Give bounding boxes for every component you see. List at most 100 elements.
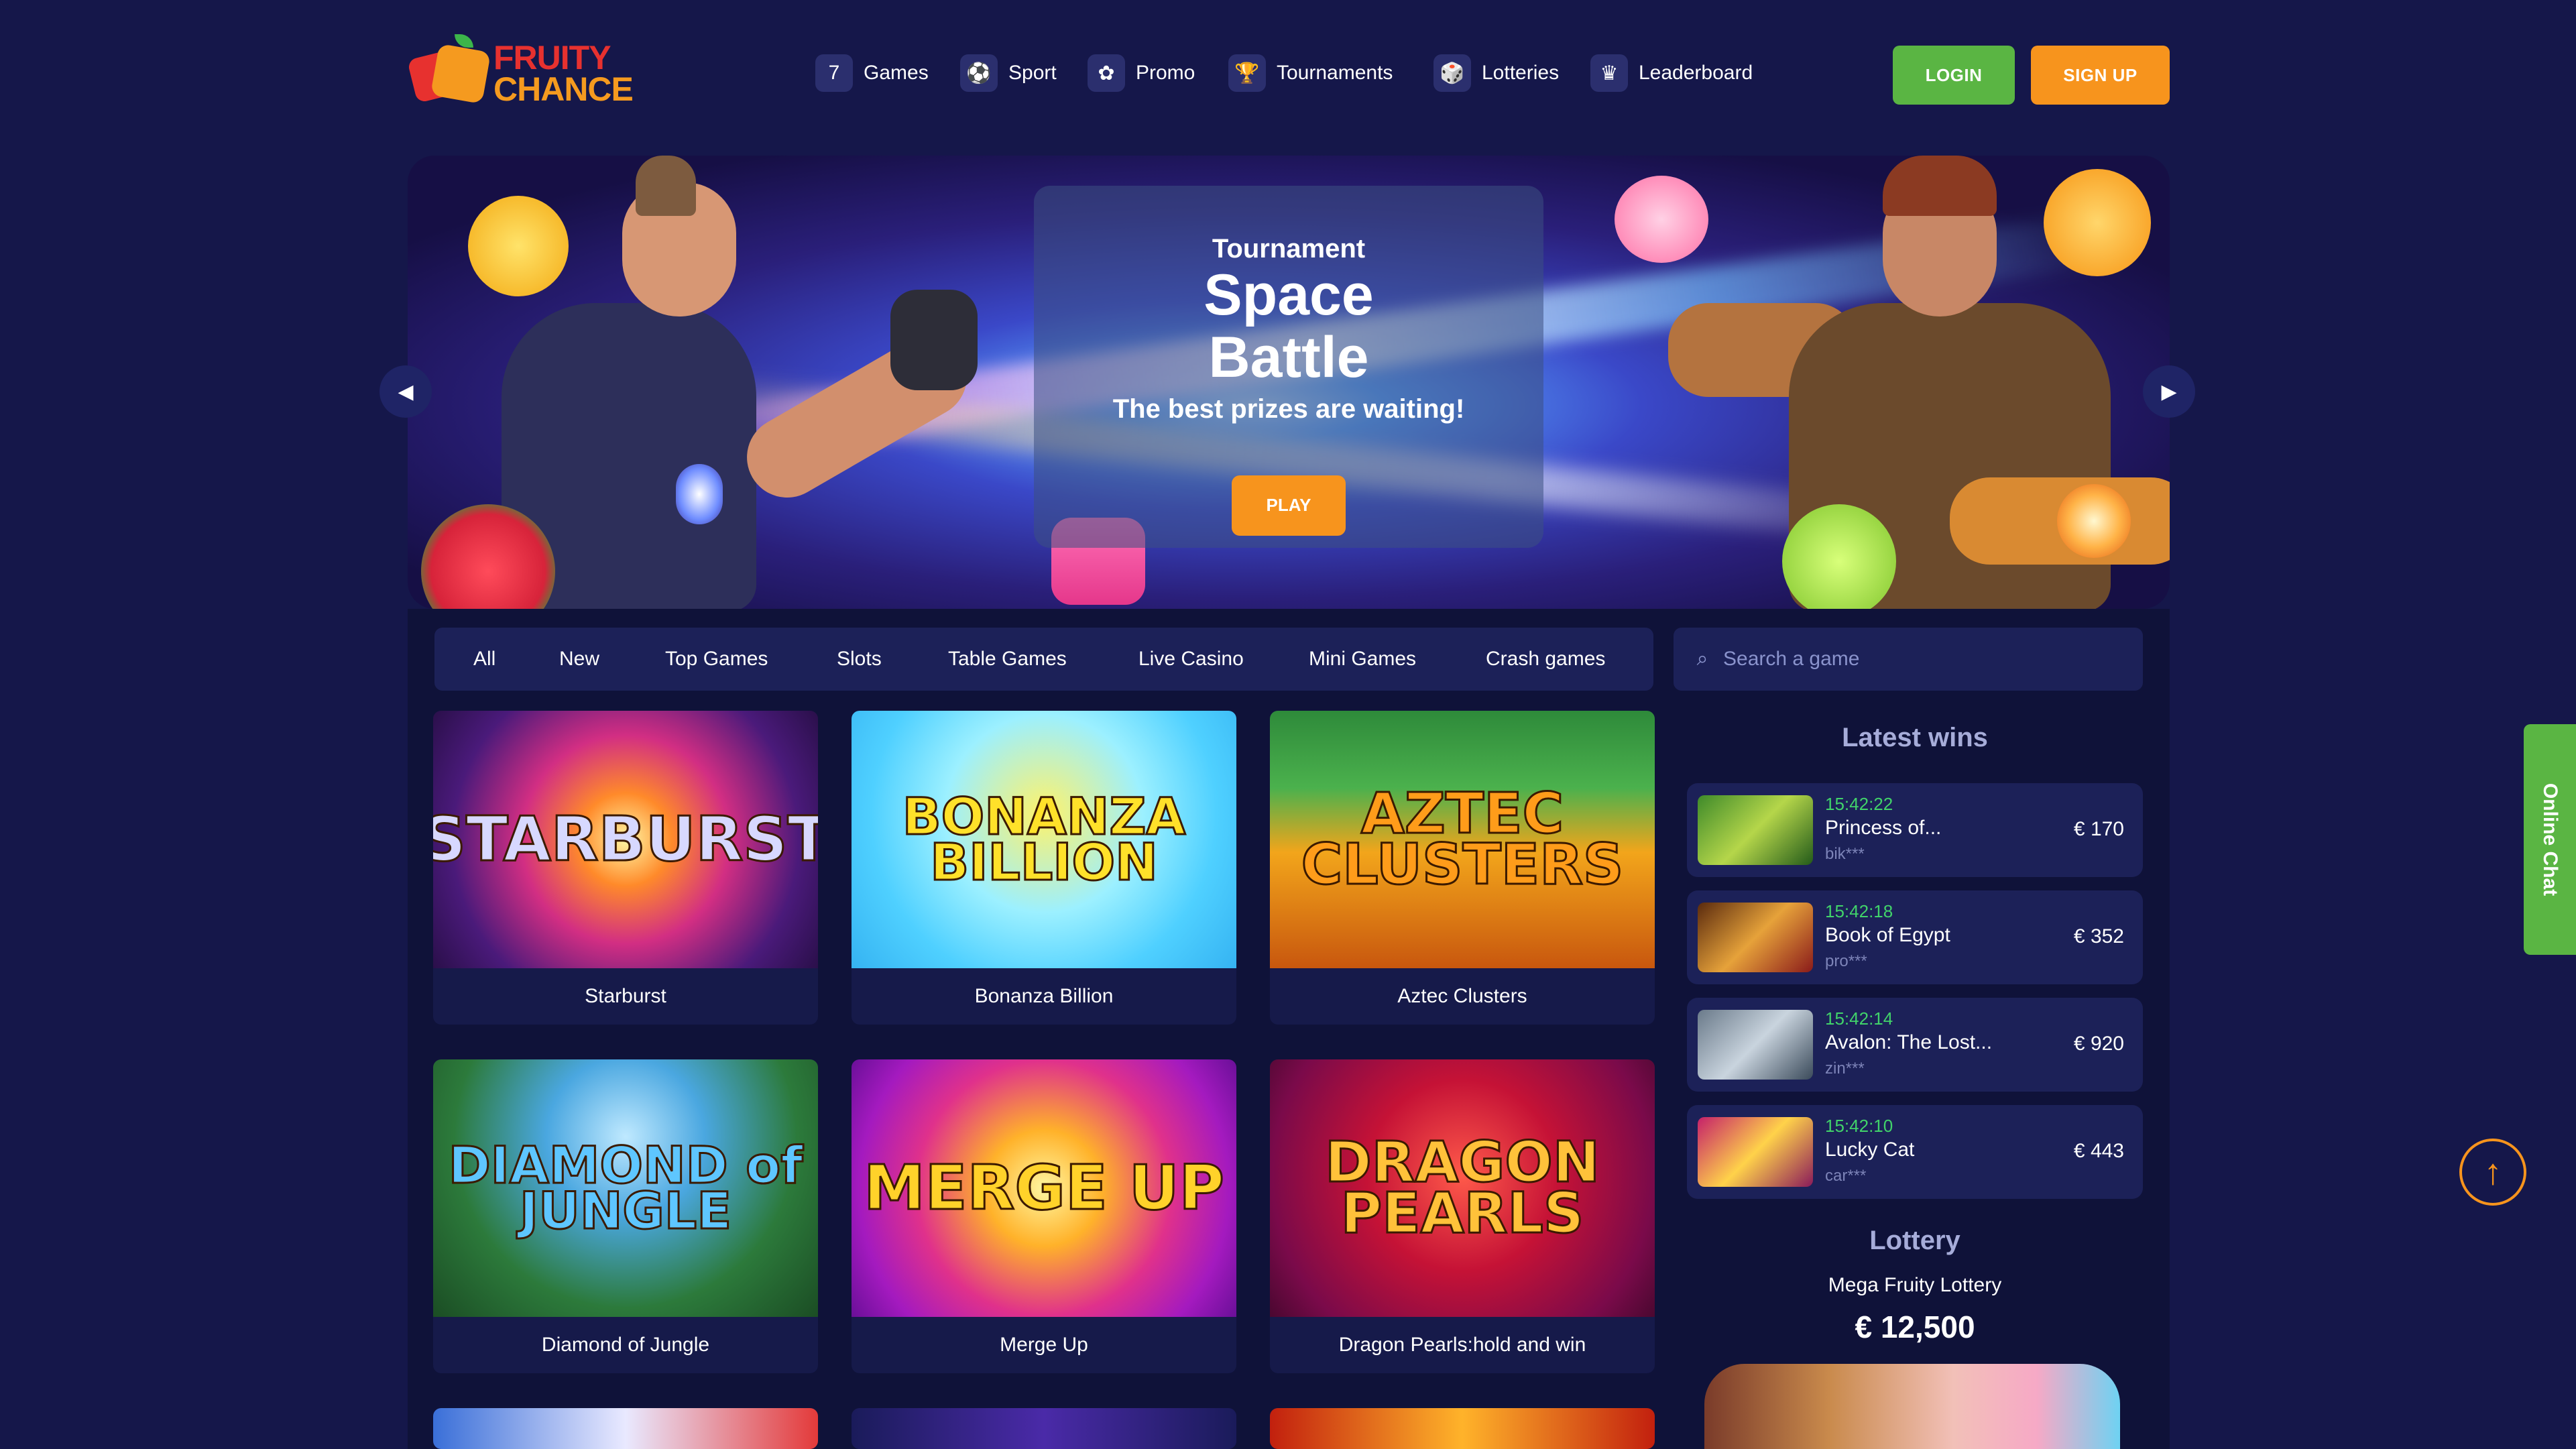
dice-icon: 🎲 xyxy=(1433,54,1471,92)
win-time: 15:42:10 xyxy=(1825,1116,1893,1136)
nav-item-promo[interactable]: ✿ Promo xyxy=(1088,52,1195,95)
win-item[interactable]: 15:42:22 Princess of... bik*** € 170 xyxy=(1687,783,2143,877)
win-game-thumbnail xyxy=(1698,1117,1813,1187)
signup-button[interactable]: SIGN UP xyxy=(2031,46,2170,105)
game-thumbnail: DIAMOND of JUNGLE xyxy=(433,1059,818,1317)
nav-label: Sport xyxy=(1008,62,1057,84)
win-amount: € 352 xyxy=(2073,925,2124,947)
banner-subtitle: Tournament xyxy=(1212,234,1366,264)
tab-live-casino[interactable]: Live Casino xyxy=(1138,628,1244,691)
game-art-title: STARBURST xyxy=(433,803,818,875)
brand-logo[interactable]: FRUITY CHANCE xyxy=(406,30,636,117)
banner-next-button[interactable]: ▶ xyxy=(2143,365,2195,418)
game-thumbnail xyxy=(1270,1408,1655,1449)
search-input[interactable] xyxy=(1723,648,2125,671)
lottery-banner-image[interactable] xyxy=(1704,1364,2120,1449)
win-item[interactable]: 15:42:18 Book of Egypt pro*** € 352 xyxy=(1687,890,2143,984)
game-art-title: MERGE UP xyxy=(863,1151,1226,1224)
game-card-dragon-pearls[interactable]: DRAGON PEARLS Dragon Pearls:hold and win xyxy=(1270,1059,1655,1373)
tab-mini-games[interactable]: Mini Games xyxy=(1309,628,1416,691)
win-time: 15:42:14 xyxy=(1825,1008,1893,1029)
win-item[interactable]: 15:42:10 Lucky Cat car*** € 443 xyxy=(1687,1105,2143,1199)
game-card-partial[interactable] xyxy=(433,1408,818,1449)
promo-banner: Tournament Space Battle The best prizes … xyxy=(408,156,2170,609)
game-card-diamond-of-jungle[interactable]: DIAMOND of JUNGLE Diamond of Jungle xyxy=(433,1059,818,1373)
online-chat-label: Online Chat xyxy=(2539,783,2561,896)
tab-new[interactable]: New xyxy=(559,628,599,691)
latest-wins-title: Latest wins xyxy=(1842,723,1988,752)
nav-item-games[interactable]: 7 Games xyxy=(815,52,929,95)
win-game-name: Princess of... xyxy=(1825,817,1942,839)
game-art-title: BONANZA BILLION xyxy=(901,786,1187,892)
dice-logo-icon xyxy=(406,34,491,113)
win-time: 15:42:18 xyxy=(1825,901,1893,921)
win-game-name: Avalon: The Lost... xyxy=(1825,1031,1993,1053)
nav-item-sport[interactable]: ⚽ Sport xyxy=(960,52,1057,95)
scroll-to-top-button[interactable]: ↑ xyxy=(2459,1139,2526,1206)
chevron-left-icon: ◀ xyxy=(398,380,414,403)
search-icon: ⌕ xyxy=(1696,648,1708,670)
nav-label: Promo xyxy=(1136,62,1195,84)
win-game-thumbnail xyxy=(1698,795,1813,865)
lottery-prize: € 12,500 xyxy=(1855,1310,1975,1344)
tab-all[interactable]: All xyxy=(473,628,495,691)
game-thumbnail xyxy=(852,1408,1236,1449)
game-title: Diamond of Jungle xyxy=(541,1334,710,1356)
game-title: Dragon Pearls:hold and win xyxy=(1338,1334,1586,1356)
soccer-ball-icon: ⚽ xyxy=(960,54,998,92)
game-card-merge-up[interactable]: MERGE UP Merge Up xyxy=(852,1059,1236,1373)
nav-item-tournaments[interactable]: 🏆 Tournaments xyxy=(1228,52,1393,95)
win-user: pro*** xyxy=(1825,952,1867,970)
game-card-bonanza-billion[interactable]: BONANZA BILLION Bonanza Billion xyxy=(852,711,1236,1025)
candy-icon xyxy=(1615,176,1708,263)
tab-table-games[interactable]: Table Games xyxy=(948,628,1067,691)
game-thumbnail: AZTEC CLUSTERS xyxy=(1270,711,1655,968)
nav-label: Leaderboard xyxy=(1639,62,1753,84)
tab-crash-games[interactable]: Crash games xyxy=(1486,628,1605,691)
tab-top-games[interactable]: Top Games xyxy=(665,628,768,691)
game-thumbnail xyxy=(433,1408,818,1449)
win-item[interactable]: 15:42:14 Avalon: The Lost... zin*** € 92… xyxy=(1687,998,2143,1092)
nav-item-leaderboard[interactable]: ♛ Leaderboard xyxy=(1590,52,1753,95)
game-art-title: AZTEC CLUSTERS xyxy=(1300,780,1625,897)
game-title: Merge Up xyxy=(1000,1334,1088,1356)
game-card-aztec-clusters[interactable]: AZTEC CLUSTERS Aztec Clusters xyxy=(1270,711,1655,1025)
clover-icon: ✿ xyxy=(1088,54,1125,92)
trophy-icon: 🏆 xyxy=(1228,54,1266,92)
crown-icon: ♛ xyxy=(1590,54,1628,92)
win-user: car*** xyxy=(1825,1167,1867,1185)
banner-tagline: The best prizes are waiting! xyxy=(1112,394,1465,424)
main-content: All New Top Games Slots Table Games Live… xyxy=(408,609,2170,1449)
win-game-thumbnail xyxy=(1698,903,1813,972)
game-thumbnail: MERGE UP xyxy=(852,1059,1236,1317)
nav-item-lotteries[interactable]: 🎲 Lotteries xyxy=(1433,52,1559,95)
banner-play-button[interactable]: PLAY xyxy=(1232,475,1346,536)
arrow-up-icon: ↑ xyxy=(2483,1152,2502,1192)
chevron-right-icon: ▶ xyxy=(2161,380,2177,403)
tab-slots[interactable]: Slots xyxy=(837,628,882,691)
game-thumbnail: BONANZA BILLION xyxy=(852,711,1236,968)
nav-label: Tournaments xyxy=(1277,62,1393,84)
login-button[interactable]: LOGIN xyxy=(1893,46,2015,105)
game-thumbnail: DRAGON PEARLS xyxy=(1270,1059,1655,1317)
win-game-thumbnail xyxy=(1698,1010,1813,1080)
game-card-starburst[interactable]: STARBURST Starburst xyxy=(433,711,818,1025)
win-user: zin*** xyxy=(1825,1059,1865,1078)
lottery-title: Lottery xyxy=(1869,1226,1960,1255)
win-game-name: Book of Egypt xyxy=(1825,924,1950,946)
game-art-title: DIAMOND of JUNGLE xyxy=(447,1135,804,1240)
game-card-partial[interactable] xyxy=(852,1408,1236,1449)
game-search[interactable]: ⌕ xyxy=(1674,628,2143,691)
banner-title: Space Battle xyxy=(1204,263,1374,390)
nav-label: Lotteries xyxy=(1482,62,1560,84)
banner-prev-button[interactable]: ◀ xyxy=(379,365,432,418)
lime-icon xyxy=(1782,504,1896,609)
brand-wordmark: FRUITY CHANCE xyxy=(493,38,634,108)
game-title: Starburst xyxy=(585,985,666,1007)
lottery-name: Mega Fruity Lottery xyxy=(1828,1274,2002,1296)
category-tabs: All New Top Games Slots Table Games Live… xyxy=(434,628,1653,691)
win-amount: € 170 xyxy=(2073,818,2124,840)
game-card-partial[interactable] xyxy=(1270,1408,1655,1449)
win-user: bik*** xyxy=(1825,845,1865,863)
online-chat-button[interactable]: Online Chat xyxy=(2524,724,2576,955)
